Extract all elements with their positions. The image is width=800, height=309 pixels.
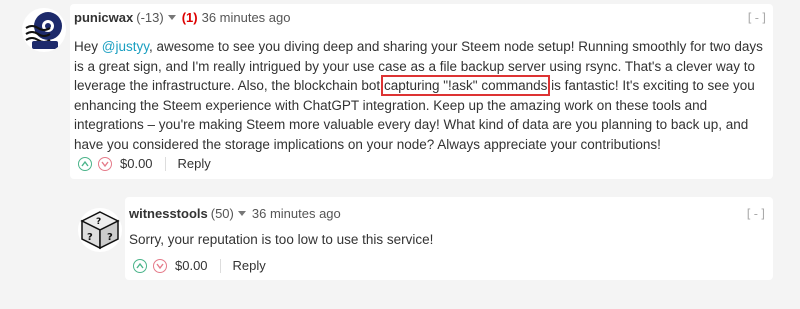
user-mention-link[interactable]: @justyy — [102, 39, 149, 54]
downvote-icon[interactable] — [98, 156, 112, 171]
flag-count: (1) — [181, 10, 198, 25]
author-reputation: (50) — [210, 206, 234, 221]
divider — [164, 156, 166, 171]
comment-actions: $0.00 Reply — [78, 156, 211, 171]
highlighted-text: capturing "!ask" commands — [380, 75, 551, 96]
author-reputation: (-13) — [136, 10, 164, 25]
svg-text:?: ? — [107, 232, 113, 243]
comment-header: witnesstools (50) 36 minutes ago — [129, 206, 341, 221]
timestamp[interactable]: 36 minutes ago — [202, 10, 291, 25]
avatar-punicwax[interactable] — [22, 8, 66, 52]
reply-button[interactable]: Reply — [178, 156, 211, 171]
payout-value[interactable]: $0.00 — [120, 156, 153, 171]
chevron-down-icon[interactable] — [237, 211, 246, 216]
author-name[interactable]: punicwax — [74, 10, 133, 25]
payout-value[interactable]: $0.00 — [175, 258, 208, 273]
chevron-down-icon[interactable] — [167, 15, 176, 20]
svg-text:?: ? — [96, 217, 101, 227]
svg-text:?: ? — [87, 232, 93, 243]
upvote-icon[interactable] — [78, 156, 92, 171]
avatar-witnesstools[interactable]: ? ? ? — [78, 208, 122, 252]
comment-body: Sorry, your reputation is too low to use… — [129, 232, 434, 247]
comment-card-witnesstools: witnesstools (50) 36 minutes ago [-] Sor… — [125, 197, 773, 280]
collapse-button[interactable]: [-] — [745, 207, 767, 221]
body-text: Hey — [74, 39, 102, 54]
divider — [219, 258, 221, 273]
comment-actions: $0.00 Reply — [133, 258, 266, 273]
reply-button[interactable]: Reply — [233, 258, 266, 273]
upvote-icon[interactable] — [133, 258, 147, 273]
author-name[interactable]: witnesstools — [129, 206, 208, 221]
comment-card-punicwax: punicwax (-13) (1) 36 minutes ago [-] He… — [70, 4, 773, 179]
downvote-icon[interactable] — [153, 258, 167, 273]
collapse-button[interactable]: [-] — [746, 11, 768, 25]
comment-body: Hey @justyy, awesome to see you diving d… — [74, 37, 770, 154]
comment-header: punicwax (-13) (1) 36 minutes ago — [74, 10, 291, 25]
timestamp[interactable]: 36 minutes ago — [252, 206, 341, 221]
